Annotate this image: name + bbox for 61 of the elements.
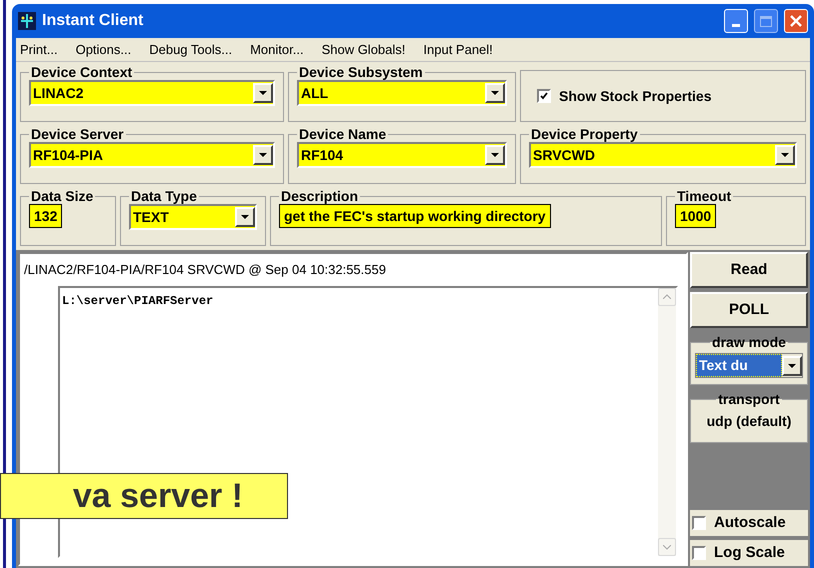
minimize-button[interactable] [724, 9, 748, 33]
check-icon [540, 92, 548, 100]
group-label: transport [717, 390, 781, 409]
group-label: Device Name [298, 126, 388, 142]
dropdown-button[interactable] [235, 207, 255, 227]
checkbox[interactable] [692, 546, 706, 560]
dropdown-field[interactable]: LINAC2 [29, 80, 275, 106]
dropdown-button[interactable] [485, 145, 505, 165]
transport-value: udp (default) [706, 413, 792, 429]
group-label: Device Subsystem [298, 64, 424, 80]
checkbox-label[interactable]: Autoscale [714, 512, 786, 534]
group-label: Description [280, 188, 360, 204]
input-field[interactable]: get the FEC's startup working directory [279, 204, 551, 228]
action-button[interactable]: POLL [690, 292, 808, 328]
dropdown-field[interactable]: Text du [696, 354, 782, 377]
dropdown-button[interactable] [782, 356, 802, 376]
close-icon [790, 15, 802, 27]
input-field[interactable]: 1000 [675, 204, 716, 228]
close-button[interactable] [784, 9, 808, 33]
group-label: Data Type [130, 188, 198, 204]
scrollbar[interactable] [658, 288, 676, 556]
menu-item[interactable]: Print... [20, 40, 58, 60]
dropdown-field[interactable]: TEXT [129, 204, 257, 230]
group-label: Timeout [676, 188, 732, 204]
caret-icon [241, 215, 249, 219]
scroll-up-icon[interactable] [658, 288, 676, 306]
group-label: Device Property [530, 126, 639, 142]
caret-icon [491, 153, 499, 157]
group-label: Data Size [30, 188, 94, 204]
dropdown-field[interactable]: SRVCWD [529, 142, 797, 168]
group-label: draw mode [711, 333, 787, 352]
group-label: Device Server [30, 126, 125, 142]
dropdown-button[interactable] [775, 145, 795, 165]
dropdown-field[interactable]: RF104-PIA [29, 142, 275, 168]
dropdown-button[interactable] [253, 83, 273, 103]
menu-item[interactable]: Options... [76, 40, 132, 60]
output-header: /LINAC2/RF104-PIA/RF104 SRVCWD @ Sep 04 10:32:55.559 [23, 261, 387, 279]
checkbox-label[interactable]: Show Stock Properties [559, 86, 712, 106]
dropdown-field[interactable]: ALL [297, 80, 507, 106]
callout-text: va server ! [72, 476, 243, 516]
action-button[interactable]: Read [690, 252, 808, 288]
caret-icon [788, 364, 796, 368]
window-title: Instant Client [42, 11, 144, 31]
caret-icon [259, 153, 267, 157]
group-label: Device Context [30, 64, 134, 80]
caret-icon [491, 91, 499, 95]
dropdown-button[interactable] [485, 83, 505, 103]
dropdown-field[interactable]: RF104 [297, 142, 507, 168]
menu-item[interactable]: Show Globals! [322, 40, 406, 60]
checkbox[interactable] [537, 89, 551, 103]
menu-item[interactable]: Monitor... [250, 40, 304, 60]
dropdown-button[interactable] [253, 145, 273, 165]
caret-icon [781, 153, 789, 157]
input-field[interactable]: 132 [29, 204, 62, 228]
checkbox-label[interactable]: Log Scale [714, 542, 785, 564]
checkbox[interactable] [692, 516, 706, 530]
caret-icon [259, 91, 267, 95]
menu-item[interactable]: Debug Tools... [149, 40, 232, 60]
app-icon [18, 12, 36, 30]
output-text: L:\server\PIARFServer [62, 292, 214, 310]
menu-item[interactable]: Input Panel! [423, 40, 493, 60]
